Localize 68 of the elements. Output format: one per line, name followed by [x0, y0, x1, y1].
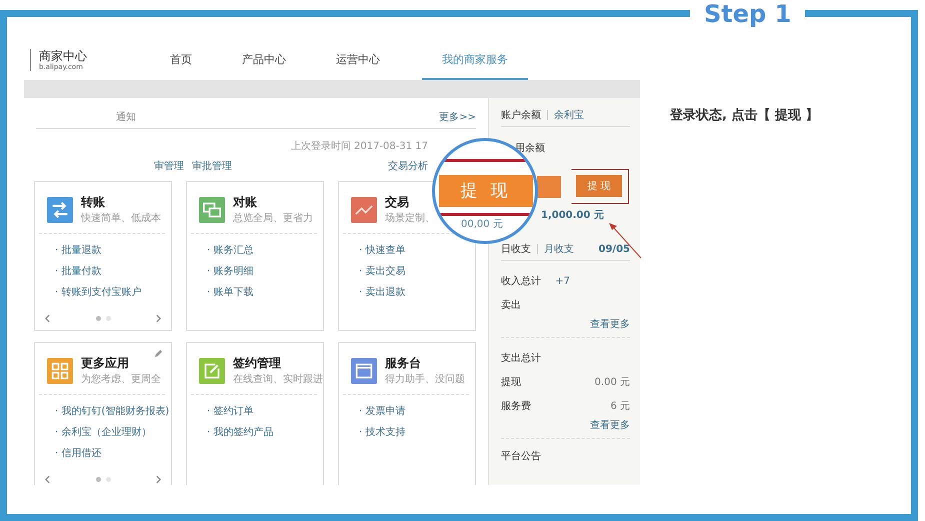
card-subtitle: 场景定制、 — [385, 212, 435, 225]
pager-dot[interactable] — [106, 316, 110, 321]
card-title: 签约管理 — [233, 355, 282, 372]
card-link[interactable]: · 批量付款 — [55, 264, 102, 279]
stat-label: 卖出 — [501, 298, 521, 312]
stat-value: 6 元 — [610, 400, 630, 413]
announcement-heading: 平台公告 — [501, 450, 542, 463]
pencil-icon[interactable] — [154, 349, 163, 358]
nav-tab[interactable]: 产品中心 — [234, 40, 294, 80]
stat-label: 收入总计 — [501, 274, 541, 288]
withdraw-button[interactable]: 提 现 — [576, 175, 622, 197]
last-login-time: 上次登录时间 2017-08-31 17 — [290, 140, 428, 153]
card-link[interactable]: · 账单下载 — [207, 285, 254, 300]
stat-label: 服务费 — [501, 400, 531, 413]
more-link[interactable]: 更多>> — [439, 110, 476, 124]
view-more-link[interactable]: 查看更多 — [590, 317, 630, 331]
card-link[interactable]: · 发票申请 — [359, 404, 406, 419]
view-more-link[interactable]: 查看更多 — [590, 418, 630, 432]
card-link[interactable]: · 余利宝（企业理财） — [55, 425, 152, 440]
stat-label: 提现 — [501, 376, 521, 389]
logo-title: 商家中心 — [39, 49, 88, 63]
instruction-text: 登录状态, 点击【 提现 】 — [670, 107, 819, 124]
card-title: 更多应用 — [81, 355, 130, 372]
pager-dot[interactable] — [106, 477, 110, 482]
account-link[interactable]: 审批管理 — [192, 159, 232, 173]
chevron-left-icon[interactable] — [45, 314, 50, 323]
card-title: 服务台 — [385, 355, 422, 372]
balance-tab[interactable]: 余利宝 — [554, 108, 584, 122]
card-link[interactable]: · 卖出退款 — [359, 285, 406, 300]
notice-text: 通知 — [116, 110, 136, 124]
partial-button[interactable] — [537, 176, 561, 198]
card-link[interactable]: · 转账到支付宝账户 — [55, 285, 142, 300]
pager-dot[interactable] — [96, 477, 100, 482]
analysis-link[interactable]: 交易分析 — [388, 159, 428, 173]
chevron-left-icon[interactable] — [45, 475, 50, 484]
balance-amount: 00,00 元 — [461, 219, 503, 231]
period-tab[interactable]: 日收支 — [501, 242, 531, 256]
chevron-right-icon[interactable] — [156, 475, 161, 484]
card-subtitle: 为您考虑、更周全 — [81, 372, 161, 386]
period-tab[interactable]: 月收支 — [544, 242, 574, 256]
card-title: 转账 — [81, 194, 106, 211]
card-link[interactable]: · 技术支持 — [359, 425, 406, 440]
card-link[interactable]: · 签约订单 — [207, 404, 254, 419]
nav-tab[interactable]: 运营中心 — [328, 40, 388, 80]
card-link[interactable]: · 批量退款 — [55, 243, 102, 258]
card-subtitle: 得力助手、没问题 — [385, 372, 465, 386]
balance-tab[interactable]: 账户余额 — [501, 108, 541, 122]
stat-value: 0.00 元 — [594, 376, 630, 389]
card-link[interactable]: · 卖出交易 — [359, 264, 406, 279]
stat-value: +7 — [555, 276, 570, 286]
nav-tab[interactable]: 首页 — [162, 40, 200, 80]
account-link[interactable]: 审管理 — [154, 159, 184, 173]
card-subtitle: 快速简单、低成本 — [81, 212, 161, 225]
card-link[interactable]: · 我的签约产品 — [207, 425, 274, 440]
card-link[interactable]: · 快速查单 — [359, 243, 406, 258]
card-subtitle: 在线查询、实时跟进 — [233, 372, 323, 386]
balance-amount: 1,000.00 元 — [541, 209, 605, 222]
card-link[interactable]: · 信用借还 — [55, 446, 102, 461]
stat-label: 支出总计 — [501, 352, 541, 365]
date-label: 09/05 — [598, 244, 630, 254]
card-link[interactable]: · 账务汇总 — [207, 243, 254, 258]
card-title: 对账 — [233, 194, 258, 211]
card-link[interactable]: · 账务明细 — [207, 264, 254, 279]
card-subtitle: 总览全局、更省力 — [233, 212, 313, 225]
chevron-right-icon[interactable] — [156, 314, 161, 323]
card-link[interactable]: · 我的钉钉(智能财务报表) — [55, 404, 170, 419]
pager-dot[interactable] — [96, 316, 100, 321]
card-title: 交易 — [385, 194, 410, 211]
